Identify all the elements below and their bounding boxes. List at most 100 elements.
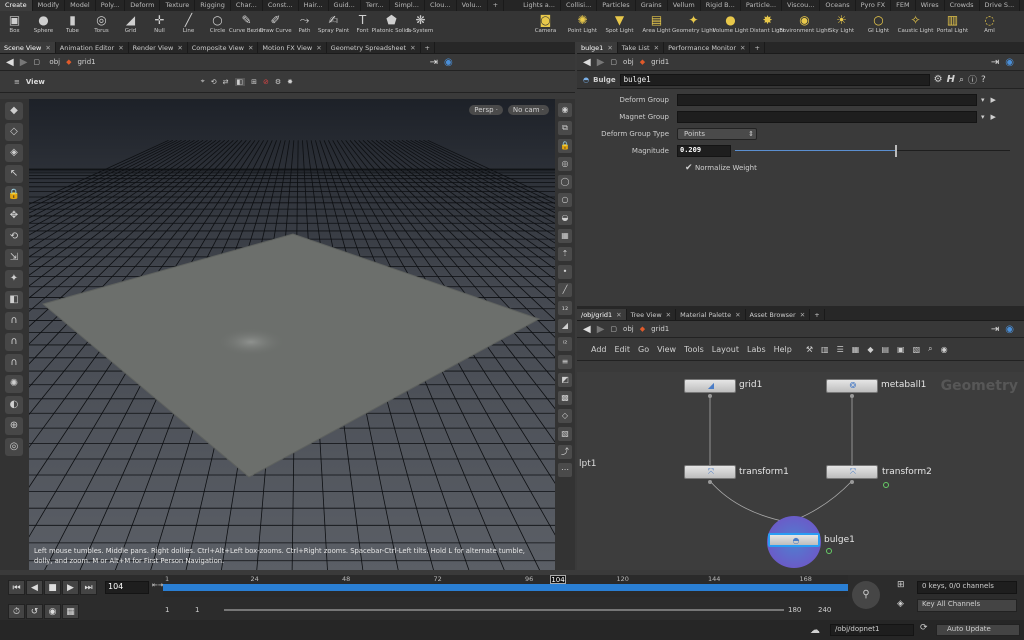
close-icon[interactable]: ✕ (800, 311, 805, 319)
network-link-icon[interactable]: ◉ (1005, 324, 1014, 335)
network-menu-view[interactable]: View (657, 345, 676, 354)
update-icon[interactable]: ⟳ (920, 623, 928, 633)
more-icon[interactable]: ⋯ (558, 463, 572, 477)
audio-icon[interactable]: ◉ (44, 604, 61, 619)
tool-camera[interactable]: ◙ Camera (527, 11, 564, 42)
network-menu-edit[interactable]: Edit (615, 345, 631, 354)
jump-end-button[interactable]: ⏭ (80, 580, 97, 595)
shelf-tab-8[interactable]: Const... (263, 0, 299, 11)
tool-draw-curve[interactable]: ✐ Draw Curve (259, 11, 291, 42)
left-tab-4[interactable]: Motion FX View ✕ (258, 42, 327, 53)
shelf-tab-6[interactable]: Rigging (195, 0, 231, 11)
shelf-tab-7[interactable]: Char... (231, 0, 263, 11)
shelf-tab-right-6[interactable]: Particle... (741, 0, 783, 11)
normals-icon[interactable]: ⇡ (558, 247, 572, 261)
network-back-icon[interactable]: ◀ (583, 324, 591, 335)
tool-curve-bezier[interactable]: ✎ Curve Bezier (229, 11, 264, 42)
paint-icon[interactable]: ◈ (5, 144, 23, 162)
tool-torus[interactable]: ◎ Torus (87, 11, 116, 42)
stop-button[interactable]: ■ (44, 580, 61, 595)
loop-icon[interactable]: ↺ (26, 604, 43, 619)
tool-l-system[interactable]: ❋ L-System (406, 11, 435, 42)
viewport[interactable]: Persp · No cam · Left mouse tumbles. Mid… (29, 99, 555, 570)
end-frame-2[interactable]: 240 (818, 606, 831, 614)
shelf-tab-12[interactable]: Simpl... (390, 0, 425, 11)
magnet-icon[interactable]: ∩ (5, 312, 23, 330)
left-tab-1[interactable]: Animation Editor ✕ (56, 42, 129, 53)
path-node[interactable]: grid1 (77, 58, 95, 66)
network-menu-help[interactable]: Help (774, 345, 792, 354)
wrench-icon[interactable]: ⚒ (806, 345, 813, 354)
search-icon[interactable]: ⌕ (959, 75, 964, 85)
shelf-tab-13[interactable]: Clou... (425, 0, 457, 11)
key-target-icon[interactable]: ⚲ (852, 581, 880, 609)
shelf-tab-right-13[interactable]: Drive S... (980, 0, 1021, 11)
ghost-icon[interactable]: ⧉ (558, 121, 572, 135)
left-tab-2[interactable]: Render View ✕ (129, 42, 188, 53)
grid2-icon[interactable]: ▦ (558, 229, 572, 243)
label-icon[interactable]: ≡ (558, 355, 572, 369)
network-forward-icon[interactable]: ▶ (597, 324, 605, 335)
play-button[interactable]: ▶ (62, 580, 79, 595)
sticky-note-icon[interactable]: ▤ (881, 345, 889, 354)
params-tab-0[interactable]: bulge1 ✕ (577, 42, 618, 53)
shelf-tab-3[interactable]: Poly... (96, 0, 126, 11)
left-tab-3[interactable]: Composite View ✕ (188, 42, 259, 53)
shelf-tab-right-4[interactable]: Vellum (668, 0, 701, 11)
tool-distant-light[interactable]: ✸ Distant Light (749, 11, 786, 42)
flipbook-icon[interactable]: ⚙ (275, 78, 281, 86)
eye-icon[interactable]: ◉ (941, 345, 948, 354)
magnet-group-field[interactable] (677, 110, 977, 123)
camera-icon[interactable]: ◎ (5, 438, 23, 456)
lock2-icon[interactable]: 🔒 (558, 139, 572, 153)
params-link-icon[interactable]: ◉ (1005, 57, 1014, 68)
shelf-tab-right-8[interactable]: Oceans (820, 0, 856, 11)
shelf-tab-2[interactable]: Model (65, 0, 96, 11)
shelf-tab-right-5[interactable]: Rigid B... (701, 0, 741, 11)
number-icon[interactable]: ₁₂ (558, 301, 572, 315)
add-tab-icon[interactable]: + (421, 42, 435, 53)
shelf-tab-right-1[interactable]: Collisi... (561, 0, 598, 11)
close-icon[interactable]: ✕ (118, 44, 123, 52)
shelf-tab-right-0[interactable]: Lights a... (518, 0, 561, 11)
eye-vis-icon[interactable]: ◉ (558, 103, 572, 117)
keys-icon[interactable]: ▦ (62, 604, 79, 619)
status-path[interactable]: /obj/dopnet1 (830, 624, 914, 636)
settings-icon[interactable]: ✸ (287, 78, 293, 86)
tool-point-light[interactable]: ✺ Point Light (564, 11, 601, 42)
number2-icon[interactable]: ⁱ² (558, 337, 572, 351)
camera-view-icon[interactable]: ⌖ (201, 77, 205, 86)
shelf-tab-0[interactable]: Create (0, 0, 33, 11)
bulb2-icon[interactable]: ○ (558, 193, 572, 207)
close-icon[interactable]: ✕ (740, 44, 745, 52)
shelf-tab-5[interactable]: Texture (160, 0, 196, 11)
zoom-icon[interactable]: ⌕ (928, 344, 932, 354)
color-palette-icon[interactable]: ▦ (852, 345, 860, 354)
list-icon[interactable]: ☰ (837, 345, 844, 354)
tool-gi-light[interactable]: ○ GI Light (860, 11, 897, 42)
shelf-tab-right-10[interactable]: FEM (891, 0, 916, 11)
shelf-tab-14[interactable]: Volu... (457, 0, 488, 11)
network-tab-2[interactable]: Material Palette ✕ (676, 309, 746, 320)
view-menu-icon[interactable]: ≡ (14, 78, 20, 86)
step-icon[interactable]: ⇤⇥ (152, 581, 164, 589)
network-menu-layout[interactable]: Layout (712, 345, 739, 354)
key-all-icon[interactable]: ◈ (897, 599, 904, 609)
shape-icon[interactable]: ◆ (867, 345, 873, 354)
node-metaball1[interactable]: ❂ (826, 379, 878, 393)
close-icon[interactable]: ✕ (177, 44, 182, 52)
tool-portal-light[interactable]: ▥ Portal Light (934, 11, 971, 42)
deform-group-type-select[interactable]: Points ⇕ (677, 127, 757, 140)
image-icon[interactable]: ▣ (897, 345, 905, 354)
end-frame[interactable]: 180 (788, 606, 801, 614)
network-editor[interactable]: Geometry lpt1 ◢ grid1 ❂ metaball1 ⤧ tran… (577, 372, 1024, 570)
tool-line[interactable]: ╱ Line (174, 11, 203, 42)
deform-group-dropdown-icon[interactable]: ▾ (981, 96, 985, 104)
shelf-tab-9[interactable]: Hair... (299, 0, 329, 11)
link-icon[interactable]: ◉ (444, 57, 453, 68)
network-path-obj[interactable]: obj (623, 325, 634, 333)
network-path-node[interactable]: grid1 (651, 325, 669, 333)
shelf-tab-right-9[interactable]: Pyro FX (856, 0, 892, 11)
object-icon[interactable]: ⊕ (5, 417, 23, 435)
network-menu-add[interactable]: Add (591, 345, 607, 354)
